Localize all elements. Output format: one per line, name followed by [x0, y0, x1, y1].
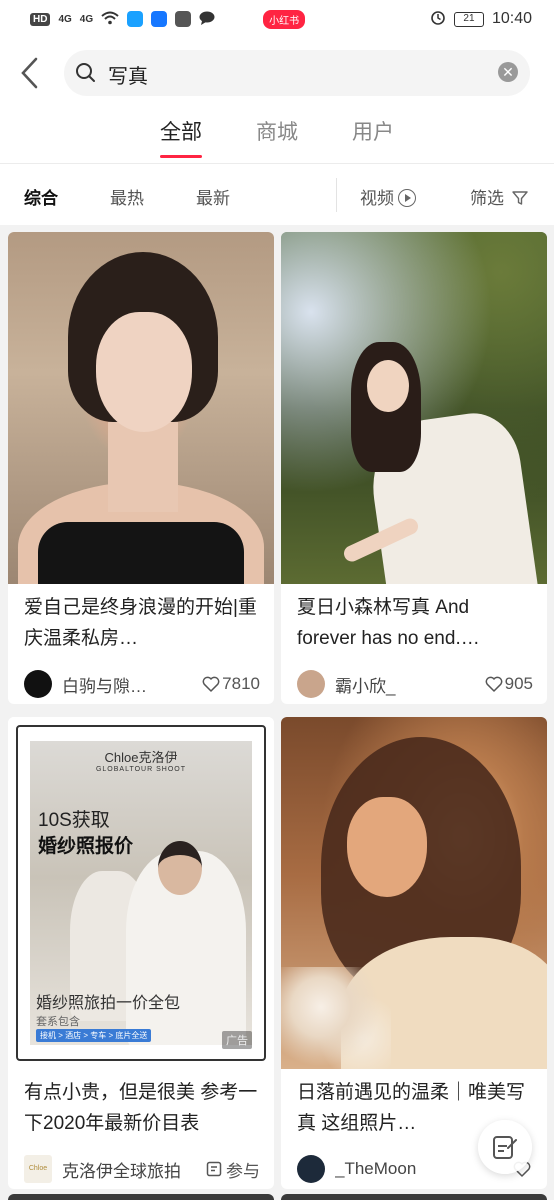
heart-icon — [202, 676, 220, 692]
note-cover-image — [281, 232, 547, 584]
ad-subline: 婚纱照旅拍一价全包 — [36, 995, 181, 1012]
sort-new[interactable]: 最新 — [196, 184, 230, 209]
ad-cover-image: Chloe克洛伊 GLOBALTOUR SHOOT 10S获取 婚纱照报价 婚纱照… — [8, 717, 274, 1069]
note-meta: 霸小欣_ 905 — [281, 664, 547, 704]
ad-headline: 10S获取 — [38, 810, 110, 831]
play-icon — [398, 189, 416, 207]
avatar[interactable] — [297, 1155, 325, 1183]
note-meta: Chloe 克洛伊全球旅拍 参与 — [8, 1149, 274, 1189]
author-name[interactable]: 霸小欣_ — [335, 672, 485, 697]
note-title: 有点小贵，但是很美 参考一下2020年最新价目表 — [24, 1082, 258, 1134]
result-tabs: 全部 商城 用户 — [0, 116, 554, 162]
alarm-icon — [430, 9, 446, 30]
back-button[interactable] — [18, 56, 48, 92]
participate-button[interactable]: 参与 — [206, 1157, 260, 1182]
status-bar: HD 4G 4G 小红书 21 10:40 — [0, 0, 554, 38]
ad-label: 广告 — [222, 1031, 252, 1049]
ad-package-label: 套系包含 — [36, 1016, 80, 1028]
wifi-icon — [101, 11, 119, 28]
video-filter-button[interactable]: 视频 — [360, 184, 416, 209]
avatar[interactable] — [24, 670, 52, 698]
sort-general[interactable]: 综合 — [24, 184, 58, 209]
filter-button[interactable]: 筛选 — [470, 184, 528, 209]
signal-icon-2: 4G — [79, 13, 94, 25]
ad-package-items: 接机 > 酒店 > 专车 > 底片全送 — [36, 1029, 152, 1042]
like-count: 7810 — [222, 674, 260, 693]
like-button[interactable]: 905 — [485, 674, 533, 694]
divider — [336, 178, 337, 212]
heart-icon — [485, 676, 503, 692]
xiaohongshu-badge: 小红书 — [263, 9, 306, 29]
filter-bar: 综合 最热 最新 视频 筛选 — [0, 163, 554, 225]
note-card[interactable]: 夏日小森林写真 And forever has no end.… 霸小欣_ 90… — [281, 232, 547, 704]
tab-all[interactable]: 全部 — [160, 116, 202, 158]
participate-label: 参与 — [226, 1161, 260, 1181]
note-cover-image — [8, 232, 274, 584]
note-meta: 白驹与隙… 7810 — [8, 664, 274, 704]
tab-users[interactable]: 用户 — [352, 116, 394, 158]
note-card[interactable]: 日落前遇见的温柔｜唯美写真 这组照片… _TheMoon — [281, 717, 547, 1189]
author-name[interactable]: 克洛伊全球旅拍 — [62, 1157, 206, 1182]
message-icon — [199, 11, 215, 28]
filter-label: 筛选 — [470, 189, 504, 208]
search-icon — [76, 63, 95, 82]
next-card-peek — [281, 1194, 547, 1200]
search-input[interactable]: 写真 ✕ — [64, 50, 530, 96]
taobao-icon — [175, 11, 192, 27]
video-filter-label: 视频 — [360, 189, 394, 208]
ad-headline-bold: 婚纱照报价 — [38, 836, 134, 857]
funnel-icon — [512, 191, 528, 205]
ad-card[interactable]: Chloe克洛伊 GLOBALTOUR SHOOT 10S获取 婚纱照报价 婚纱照… — [8, 717, 274, 1189]
app-notification-icon — [127, 11, 144, 27]
note-edit-icon — [493, 1136, 517, 1159]
clock: 10:40 — [491, 10, 532, 27]
search-header: 写真 ✕ 全部 商城 用户 — [0, 38, 554, 163]
author-name[interactable]: 白驹与隙… — [62, 672, 202, 697]
brand-logo[interactable]: Chloe — [24, 1155, 52, 1183]
app-notification-icon — [151, 11, 168, 27]
note-cover-image — [281, 717, 547, 1069]
search-query: 写真 — [108, 66, 148, 88]
hd-indicator: HD — [30, 12, 51, 26]
chevron-left-icon — [21, 57, 38, 89]
like-button[interactable]: 7810 — [202, 674, 260, 694]
clear-search-button[interactable]: ✕ — [498, 62, 518, 82]
battery-icon: 21 — [453, 11, 484, 27]
ad-brand: Chloe克洛伊 GLOBALTOUR SHOOT — [95, 750, 187, 773]
note-title: 爱自己是终身浪漫的开始|重庆温柔私房… — [24, 597, 257, 649]
edit-note-icon — [206, 1161, 222, 1177]
avatar[interactable] — [297, 670, 325, 698]
next-card-peek — [8, 1194, 274, 1200]
signal-icon: 4G — [58, 13, 72, 25]
tab-mall[interactable]: 商城 — [256, 116, 298, 158]
like-count: 905 — [504, 674, 533, 693]
note-title: 夏日小森林写真 And forever has no end.… — [297, 597, 480, 649]
sort-hot[interactable]: 最热 — [110, 184, 144, 209]
note-card[interactable]: 爱自己是终身浪漫的开始|重庆温柔私房… 白驹与隙… 7810 — [8, 232, 274, 704]
floating-edit-button[interactable] — [478, 1120, 532, 1174]
